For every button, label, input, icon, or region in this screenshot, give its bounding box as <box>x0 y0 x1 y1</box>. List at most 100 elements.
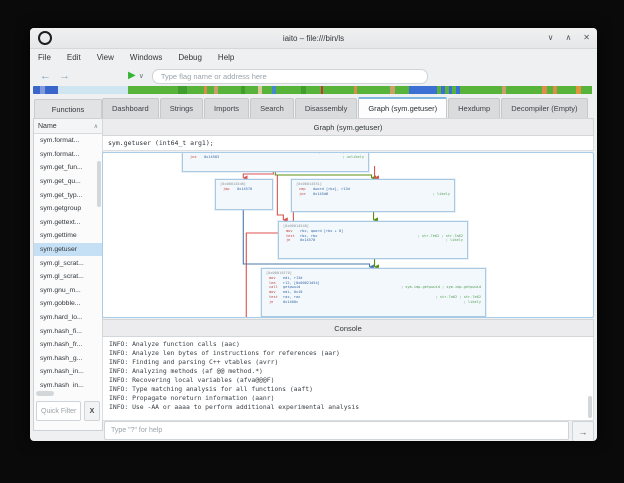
toolbar: ← → ▶ ∨ Type flag name or address here <box>30 66 597 86</box>
tab-hexdump[interactable]: Hexdump <box>448 98 500 118</box>
function-list-item[interactable]: sym.hash_fi... <box>34 324 102 338</box>
console-log-line: INFO: Use -AA or aaaa to perform additio… <box>109 403 593 412</box>
function-list-item[interactable]: sym.gl_scrat... <box>34 256 102 270</box>
section-segment <box>245 86 258 94</box>
window-title: iaito – file:///bin/ls <box>30 34 597 43</box>
instruction-line: je0x14570; likely <box>279 238 467 243</box>
sort-asc-icon: ∧ <box>94 123 98 130</box>
menu-item-edit[interactable]: Edit <box>67 53 81 62</box>
section-segment <box>323 86 354 94</box>
node-address: [0x00014551] <box>292 180 454 187</box>
functions-panel: Name ∧ sym.format...sym.format...sym.get… <box>33 118 103 431</box>
tab-dashboard[interactable]: Dashboard <box>102 98 159 118</box>
maximize-icon[interactable]: ∧ <box>565 34 571 42</box>
console-log-line: INFO: Analyze len bytes of instructions … <box>109 349 593 358</box>
quick-filter-input[interactable]: Quick Filter <box>36 401 81 421</box>
function-list-item[interactable]: sym.gl_scrat... <box>34 270 102 284</box>
section-segment <box>306 86 321 94</box>
menu-item-debug[interactable]: Debug <box>178 53 202 62</box>
instruction-line: je0x1400c; likely <box>262 300 485 305</box>
function-list-item[interactable]: sym.gettime <box>34 229 102 243</box>
section-segment <box>395 86 409 94</box>
function-list-item[interactable]: sym.hard_lo... <box>34 311 102 325</box>
tab-imports[interactable]: Imports <box>204 98 249 118</box>
section-segment <box>460 86 502 94</box>
console-log[interactable]: INFO: Analyze function calls (aac)INFO: … <box>102 337 594 421</box>
graph-dock-title[interactable]: Graph (sym.getuser) <box>102 118 594 136</box>
function-list-hscrollbar[interactable] <box>36 391 54 396</box>
function-list-item[interactable]: sym.hash_in... <box>34 379 102 388</box>
app-window: iaito – file:///bin/ls ∨ ∧ ✕ File Edit Vie… <box>30 28 597 441</box>
function-list-item[interactable]: sym.gettext... <box>34 216 102 230</box>
tab-decompiler-empty[interactable]: Decompiler (Empty) <box>501 98 587 118</box>
back-icon[interactable]: ← <box>40 71 51 82</box>
section-segment <box>581 86 592 94</box>
section-segment <box>547 86 554 94</box>
graph-node-0x00014548[interactable]: [0x00014548]movrbx, qword [rbx + 8]testr… <box>278 221 468 259</box>
graph-node-0x00014570[interactable]: [0x00014570]movedi, r13dlear12, [0x00021… <box>261 268 486 317</box>
node-address: [0x00014548] <box>279 222 467 229</box>
continue-play-icon[interactable]: ▶ <box>128 71 136 81</box>
function-list-item[interactable]: sym.hash_fr... <box>34 338 102 352</box>
section-segment <box>357 86 391 94</box>
section-segment <box>262 86 272 94</box>
menu-item-file[interactable]: File <box>38 53 51 62</box>
section-segment <box>276 86 301 94</box>
console-send-button[interactable]: → <box>572 421 594 441</box>
quick-filter-clear-button[interactable]: X <box>84 401 100 421</box>
function-list: sym.format...sym.format...sym.get_fun...… <box>34 134 102 388</box>
tab-strings[interactable]: Strings <box>160 98 203 118</box>
instruction-line: jmp0x14570 <box>216 187 272 192</box>
section-segment <box>409 86 437 94</box>
forward-icon[interactable]: → <box>59 71 70 82</box>
instruction-line: jne0x14583; unlikely <box>183 155 368 160</box>
graph-view[interactable]: testrbx, rbx; str.5182 ; str.7182jne0x14… <box>102 152 594 318</box>
function-list-item[interactable]: sym.getuser <box>34 243 102 257</box>
console-log-line: INFO: Finding and parsing C++ vtables (a… <box>109 358 593 367</box>
console-log-line: INFO: Recovering local variables (afva@@… <box>109 376 593 385</box>
tab-row: Functions DashboardStringsImportsSearchD… <box>30 96 597 118</box>
play-dropdown-icon[interactable]: ∨ <box>139 72 144 80</box>
console-command-input[interactable]: Type "?" for help <box>104 421 569 440</box>
name-column-label: Name <box>38 123 57 130</box>
function-list-item[interactable]: sym.gobble... <box>34 297 102 311</box>
section-segment <box>178 86 186 94</box>
section-segment <box>45 86 57 94</box>
console-dock-title[interactable]: Console <box>102 319 594 337</box>
name-column-header[interactable]: Name ∧ <box>34 119 102 134</box>
minimize-icon[interactable]: ∨ <box>548 34 554 42</box>
menu-item-windows[interactable]: Windows <box>130 53 162 62</box>
menu-item-help[interactable]: Help <box>218 53 234 62</box>
function-list-item[interactable]: sym.get_fun... <box>34 161 102 175</box>
function-list-item[interactable]: sym.gnu_m... <box>34 284 102 298</box>
function-list-item[interactable]: sym.getgroup <box>34 202 102 216</box>
functions-dock-tab[interactable]: Functions <box>34 99 102 119</box>
menu-item-view[interactable]: View <box>97 53 114 62</box>
console-log-line: INFO: Analyze function calls (aac) <box>109 340 593 349</box>
graph-node-0x000145d8[interactable]: [0x000145d8]jmp0x14570 <box>215 179 273 210</box>
section-map-strip[interactable] <box>33 86 594 94</box>
node-address: [0x00014570] <box>262 269 485 276</box>
close-icon[interactable]: ✕ <box>583 34 590 42</box>
graph-node-0x00014551[interactable]: [0x00014551]cmpdword [rbx], r13djne0x145… <box>291 179 455 212</box>
function-list-item[interactable]: sym.hash_g... <box>34 352 102 366</box>
instruction-line: jne0x145d8; likely <box>292 192 454 197</box>
console-vscrollbar[interactable] <box>588 396 592 418</box>
graph-node[interactable]: testrbx, rbx; str.5182 ; str.7182jne0x14… <box>182 152 369 172</box>
function-list-item[interactable]: sym.format... <box>34 148 102 162</box>
flag-address-input[interactable]: Type flag name or address here <box>152 69 428 84</box>
section-segment <box>207 86 214 94</box>
tab-search[interactable]: Search <box>250 98 294 118</box>
function-list-item[interactable]: sym.get_qu... <box>34 175 102 189</box>
function-list-item[interactable]: sym.get_typ... <box>34 188 102 202</box>
title-bar[interactable]: iaito – file:///bin/ls ∨ ∧ ✕ <box>30 28 597 49</box>
main-area: Graph (sym.getuser) sym.getuser (int64_t… <box>102 118 594 441</box>
tab-graph-sym-getuser[interactable]: Graph (sym.getuser) <box>358 97 447 118</box>
console-log-line: INFO: Type matching analysis for all fun… <box>109 385 593 394</box>
tab-disassembly[interactable]: Disassembly <box>295 98 358 118</box>
function-list-item[interactable]: sym.hash_in... <box>34 365 102 379</box>
function-list-item[interactable]: sym.format... <box>34 134 102 148</box>
function-list-vscrollbar[interactable] <box>97 161 101 207</box>
function-signature: sym.getuser (int64_t arg1); <box>102 136 594 151</box>
menu-bar: File Edit View Windows Debug Help <box>30 49 597 66</box>
